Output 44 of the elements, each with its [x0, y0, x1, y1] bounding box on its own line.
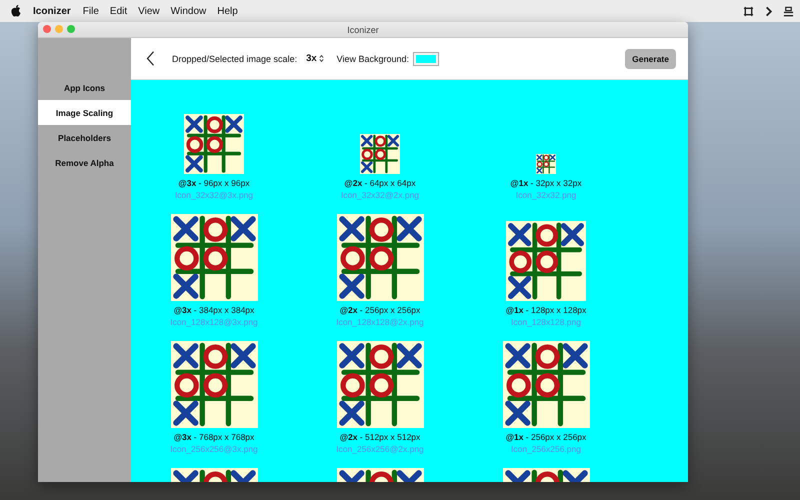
filename-text: Icon_32x32@3x.png — [174, 190, 254, 200]
filename-text: Icon_32x32.png — [516, 190, 576, 200]
image-size-caption: @3x - 384px x 384px — [174, 305, 254, 315]
background-label: View Background: — [336, 54, 410, 64]
menu-item[interactable]: File — [82, 6, 99, 16]
filename-text: Icon_256x256@3x.png — [170, 444, 258, 454]
scale-popup[interactable]: 3x — [306, 53, 324, 64]
image-size-caption: @3x - 768px x 768px — [174, 432, 254, 442]
window-title: Iconizer — [347, 24, 379, 34]
scale-label: Dropped/Selected image scale: — [172, 54, 298, 64]
color-swatch — [416, 54, 436, 62]
image-size-caption: @1x - 32px x 32px — [510, 178, 582, 188]
filename-text: Icon_128x128@2x.png — [336, 317, 424, 327]
menu-item[interactable]: Edit — [110, 6, 128, 16]
sidebar-item[interactable]: Placeholders — [38, 125, 131, 150]
image-size-caption: @1x - 256px x 256px — [506, 432, 586, 442]
menu-item[interactable]: View — [138, 6, 160, 16]
image-size-caption: @2x - 256px x 256px — [340, 305, 420, 315]
color-well[interactable] — [413, 52, 440, 66]
image-size-caption: @3x - 96px x 96px — [178, 178, 250, 188]
back-chevron-icon[interactable] — [146, 50, 155, 67]
filename-text: Icon_256x256@2x.png — [336, 444, 424, 454]
updown-icon — [318, 54, 324, 63]
filename-text: Icon_128x128@3x.png — [170, 317, 258, 327]
sidebar-item[interactable]: App Icons — [38, 75, 131, 100]
filename-text: Icon_128x128.png — [511, 317, 581, 327]
app-menu[interactable]: Iconizer — [33, 6, 71, 16]
image-size-caption: @1x - 128px x 128px — [506, 305, 586, 315]
tic-tac-toe-image — [536, 154, 556, 174]
filename-text: Icon_32x32@2x.png — [340, 190, 420, 200]
sidebar-item[interactable]: Remove Alpha — [38, 150, 131, 175]
crop-frame-icon[interactable] — [743, 6, 754, 16]
chevron-right-icon[interactable] — [763, 6, 774, 16]
tic-tac-toe-image — [360, 134, 400, 174]
tic-tac-toe-image — [184, 114, 244, 174]
image-size-caption: @2x - 64px x 64px — [344, 178, 416, 188]
menu-item[interactable]: Help — [217, 6, 238, 16]
apple-icon[interactable] — [11, 5, 21, 17]
filename-text: Icon_256x256.png — [511, 444, 581, 454]
menu-item[interactable]: Window — [170, 6, 206, 16]
list-icon[interactable] — [783, 6, 794, 16]
image-size-caption: @2x - 512px x 512px — [340, 432, 420, 442]
sidebar-item[interactable]: Image Scaling — [38, 100, 131, 125]
generate-button[interactable]: Generate — [625, 48, 676, 68]
